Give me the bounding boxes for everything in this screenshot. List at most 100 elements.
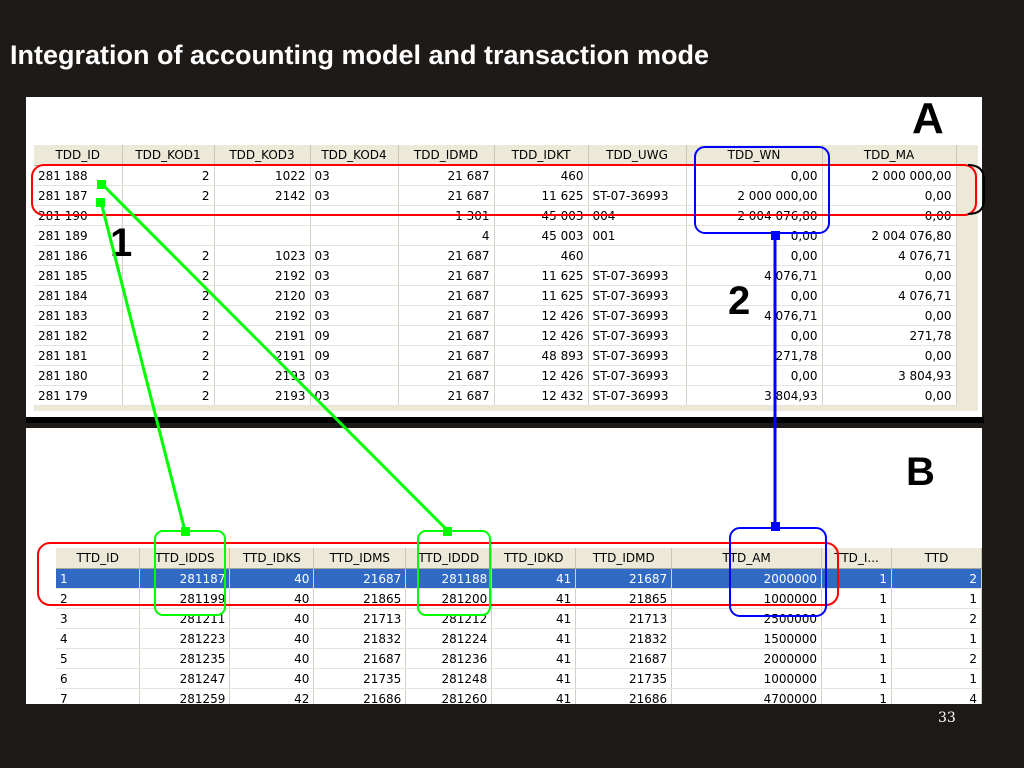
table-cell[interactable]: 281188: [405, 568, 493, 589]
table-cell[interactable]: 21 687: [398, 325, 495, 346]
table-row[interactable]: 3 281211 40 21713 281212 41 21713 2500000 1 2: [56, 608, 982, 629]
column-header[interactable]: TTD_ID: [56, 548, 141, 569]
table-cell[interactable]: [214, 225, 311, 246]
table-row[interactable]: 7 281259 42 21686 281260 41 21686 4700000 1 4: [56, 688, 982, 704]
table-cell[interactable]: 03: [310, 285, 399, 306]
table-cell[interactable]: 2: [122, 245, 215, 266]
table-cell[interactable]: 1 301: [398, 205, 495, 226]
table-row[interactable]: 281 181 2 2191 09 21 687 48 893 ST-07-36993 271…: [34, 345, 957, 366]
table-row[interactable]: 281 187 2 2142 03 21 687 11 625 ST-07-36993 2 0…: [34, 185, 957, 206]
table-cell[interactable]: 12 426: [494, 325, 589, 346]
table-row[interactable]: 1 281187 40 21687 281188 41 21687 2000000 1 2: [56, 568, 982, 589]
table-cell[interactable]: 1000000: [671, 588, 823, 609]
table-cell[interactable]: ST-07-36993: [588, 265, 687, 286]
table-cell[interactable]: 281247: [139, 668, 231, 689]
table-cell[interactable]: 281248: [405, 668, 493, 689]
table-cell[interactable]: 21735: [575, 668, 673, 689]
table-cell[interactable]: 21 687: [398, 385, 495, 406]
table-cell[interactable]: 40: [229, 648, 315, 669]
table-cell[interactable]: 1: [891, 628, 982, 649]
table-row[interactable]: 281 183 2 2192 03 21 687 12 426 ST-07-36993 4 0…: [34, 305, 957, 326]
table-cell[interactable]: 7: [56, 688, 141, 704]
table-cell[interactable]: 0,00: [822, 265, 957, 286]
table-cell[interactable]: 1: [821, 648, 893, 669]
table-cell[interactable]: 41: [491, 668, 577, 689]
table-cell[interactable]: 03: [310, 245, 399, 266]
table-row[interactable]: 2 281199 40 21865 281200 41 21865 1000000 1 1: [56, 588, 982, 609]
table-cell[interactable]: [588, 165, 687, 186]
table-cell[interactable]: 1000000: [671, 668, 823, 689]
table-cell[interactable]: 1: [821, 608, 893, 629]
table-cell[interactable]: 12 426: [494, 365, 589, 386]
table-cell[interactable]: 2: [122, 185, 215, 206]
table-cell[interactable]: 281236: [405, 648, 493, 669]
table-cell[interactable]: 0,00: [822, 205, 957, 226]
table-cell[interactable]: 281212: [405, 608, 493, 629]
table-cell[interactable]: 001: [588, 225, 687, 246]
table-cell[interactable]: 0,00: [822, 305, 957, 326]
table-cell[interactable]: 21865: [575, 588, 673, 609]
table-cell[interactable]: 1: [56, 568, 141, 589]
table-cell[interactable]: ST-07-36993: [588, 325, 687, 346]
table-cell[interactable]: 21686: [313, 688, 407, 704]
table-cell[interactable]: 21 687: [398, 365, 495, 386]
table-row[interactable]: 6 281247 40 21735 281248 41 21735 1000000 1 1: [56, 668, 982, 689]
table-cell[interactable]: 2 004 076,80: [686, 205, 823, 226]
table-cell[interactable]: 4700000: [671, 688, 823, 704]
table-cell[interactable]: 11 625: [494, 285, 589, 306]
table-cell[interactable]: 1: [821, 668, 893, 689]
table-row[interactable]: 281 180 2 2193 03 21 687 12 426 ST-07-36993 0,0…: [34, 365, 957, 386]
table-cell[interactable]: 281260: [405, 688, 493, 704]
table-row[interactable]: 281 185 2 2192 03 21 687 11 625 ST-07-36993 4 0…: [34, 265, 957, 286]
table-cell[interactable]: 281 186: [34, 245, 123, 266]
column-header[interactable]: TTD_IDKS: [229, 548, 315, 569]
table-cell[interactable]: [588, 245, 687, 266]
table-cell[interactable]: 21 687: [398, 245, 495, 266]
table-cell[interactable]: 281 188: [34, 165, 123, 186]
column-header[interactable]: TDD_MA: [822, 145, 957, 166]
table-cell[interactable]: 03: [310, 185, 399, 206]
table-cell[interactable]: 2 004 076,80: [822, 225, 957, 246]
table-cell[interactable]: 281200: [405, 588, 493, 609]
table-cell[interactable]: 21687: [575, 568, 673, 589]
table-cell[interactable]: 2142: [214, 185, 311, 206]
table-cell[interactable]: 21687: [313, 648, 407, 669]
column-header[interactable]: TDD_ID: [34, 145, 123, 166]
table-row[interactable]: 281 184 2 2120 03 21 687 11 625 ST-07-36993 0,0…: [34, 285, 957, 306]
table-cell[interactable]: 41: [491, 688, 577, 704]
table-cell[interactable]: 0,00: [686, 325, 823, 346]
table-cell[interactable]: 09: [310, 345, 399, 366]
table-cell[interactable]: 281259: [139, 688, 231, 704]
column-header[interactable]: TDD_KOD1: [122, 145, 215, 166]
table-cell[interactable]: 1023: [214, 245, 311, 266]
table-cell[interactable]: 281 182: [34, 325, 123, 346]
table-cell[interactable]: 21 687: [398, 265, 495, 286]
table-row[interactable]: 281 190 1 301 45 003 004 2 004 076,80 0,00: [34, 205, 957, 226]
table-row[interactable]: 281 188 2 1022 03 21 687 460 0,00 2 000 000,00: [34, 165, 957, 186]
table-cell[interactable]: 281 184: [34, 285, 123, 306]
table-cell[interactable]: 2192: [214, 305, 311, 326]
table-cell[interactable]: 12 426: [494, 305, 589, 326]
table-cell[interactable]: 4 076,71: [822, 285, 957, 306]
column-header[interactable]: TDD_KOD4: [310, 145, 399, 166]
column-header[interactable]: TTD_I...: [821, 548, 893, 569]
table-cell[interactable]: 41: [491, 608, 577, 629]
table-cell[interactable]: 09: [310, 325, 399, 346]
column-header[interactable]: TTD_IDMS: [313, 548, 407, 569]
table-cell[interactable]: 460: [494, 165, 589, 186]
table-cell[interactable]: 2 000 000,00: [822, 165, 957, 186]
table-cell[interactable]: 271,78: [686, 345, 823, 366]
table-cell[interactable]: 281199: [139, 588, 231, 609]
table-cell[interactable]: 21 687: [398, 285, 495, 306]
table-cell[interactable]: 281211: [139, 608, 231, 629]
table-cell[interactable]: 21687: [575, 648, 673, 669]
table-cell[interactable]: 281 181: [34, 345, 123, 366]
table-cell[interactable]: [310, 205, 399, 226]
table-cell[interactable]: 2000000: [671, 648, 823, 669]
table-cell[interactable]: ST-07-36993: [588, 345, 687, 366]
table-cell[interactable]: 40: [229, 628, 315, 649]
table-cell[interactable]: 21865: [313, 588, 407, 609]
column-header[interactable]: TDD_UWG: [588, 145, 687, 166]
table-cell[interactable]: 2 000 000,00: [686, 185, 823, 206]
table-cell[interactable]: 1: [891, 668, 982, 689]
